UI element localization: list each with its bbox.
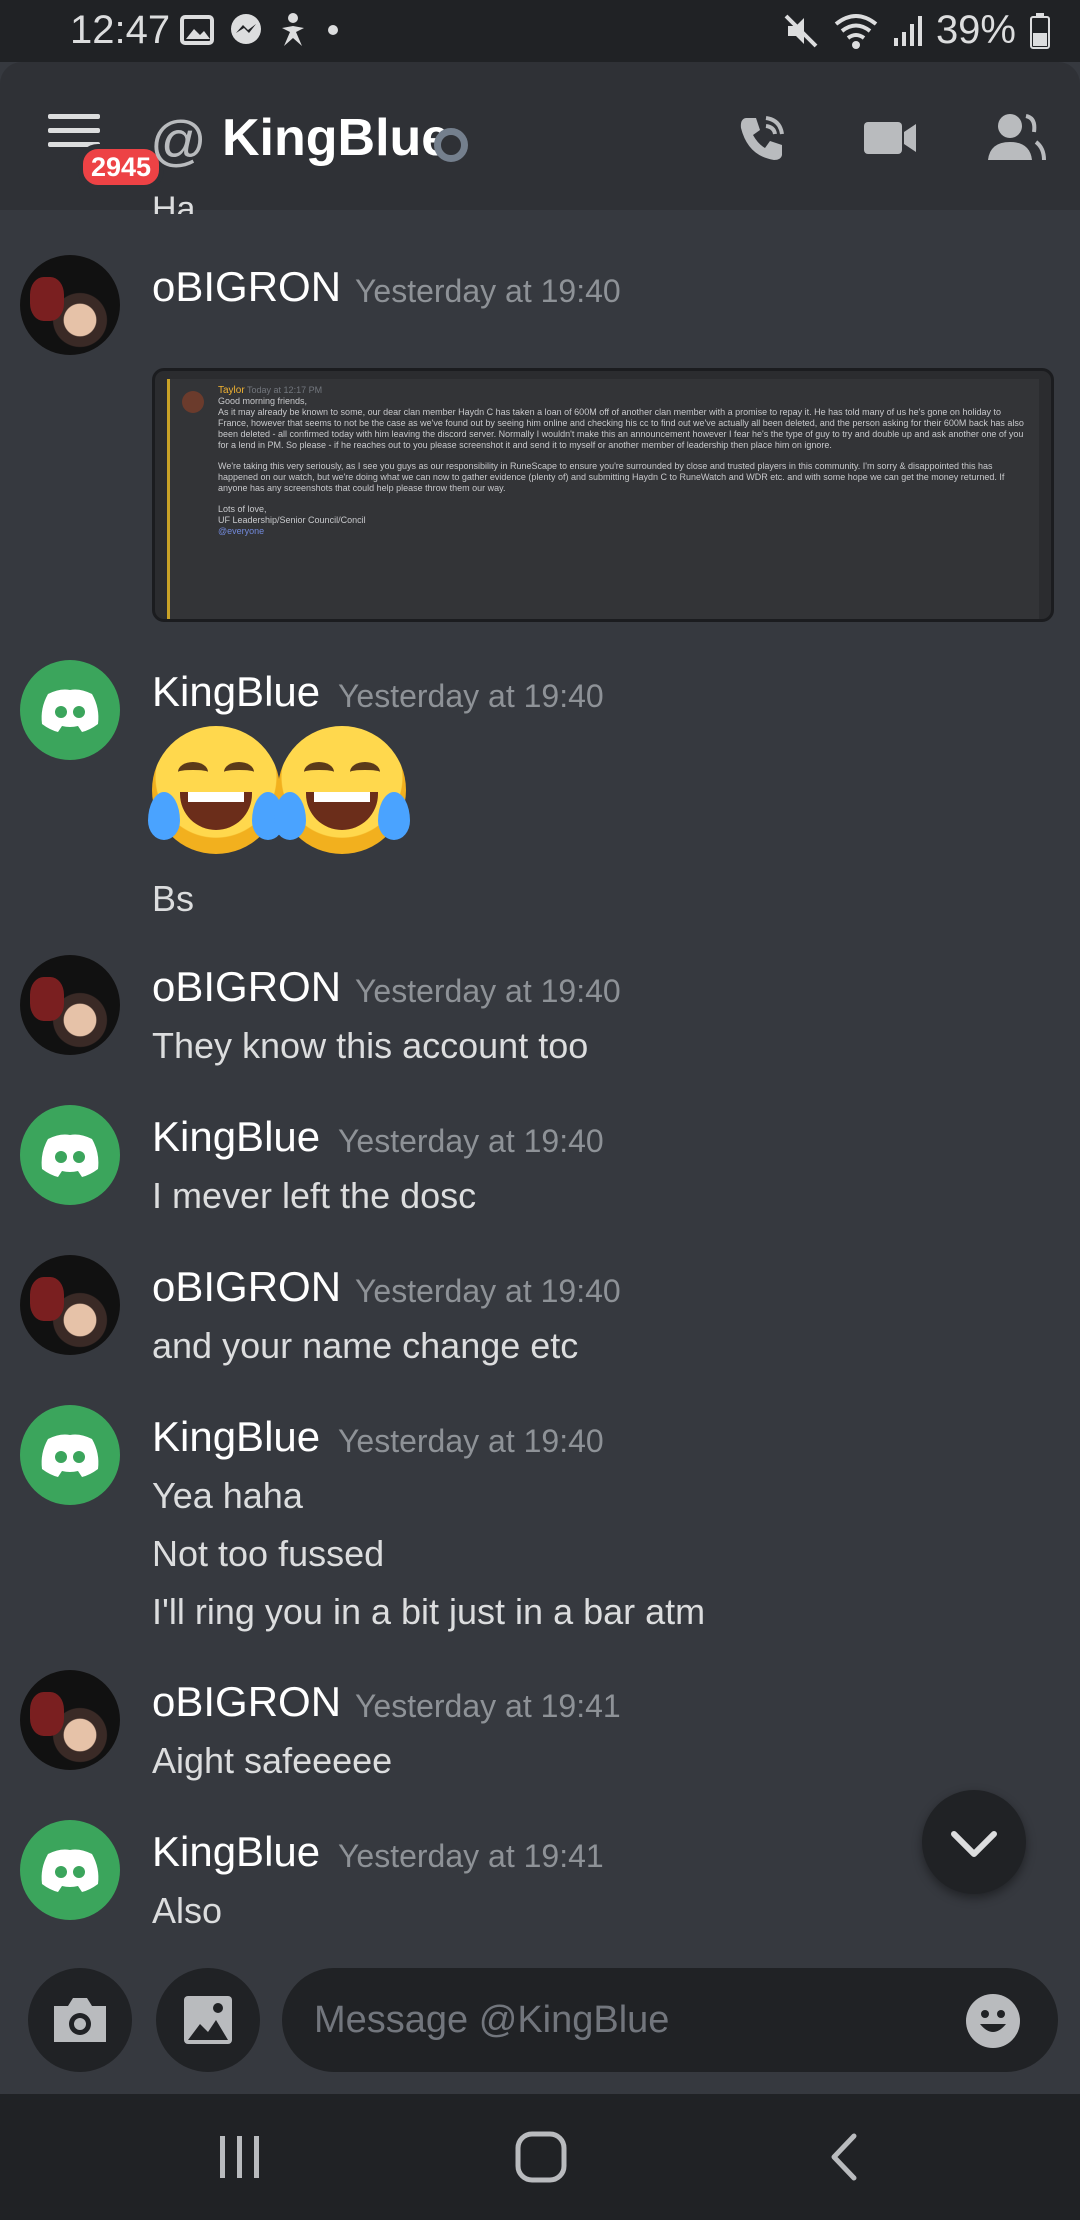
- message-timestamp: Yesterday at 19:41: [338, 1838, 604, 1874]
- gallery-button[interactable]: [156, 1968, 260, 2072]
- screenshot-content: Taylor Today at 12:17 PM Good morning fr…: [167, 379, 1039, 619]
- message-text: I'll ring you in a bit just in a bar atm: [152, 1591, 706, 1632]
- joy-emoji-icon: [148, 726, 284, 854]
- embed-signoff: UF Leadership/Senior Council/Concil: [218, 515, 366, 525]
- message-input[interactable]: [282, 1968, 1058, 2072]
- message-author[interactable]: oBIGRON: [152, 963, 341, 1011]
- message-author[interactable]: KingBlue: [152, 1113, 320, 1161]
- phone-call-icon[interactable]: [734, 110, 790, 166]
- embed-paragraph: We're taking this very seriously, as I s…: [218, 461, 1005, 493]
- avatar[interactable]: [20, 1405, 120, 1505]
- dm-at-icon: @: [150, 109, 207, 172]
- message-author[interactable]: oBIGRON: [152, 263, 341, 311]
- hamburger-icon: [48, 114, 100, 119]
- message-timestamp: Yesterday at 19:40: [338, 1123, 604, 1159]
- message-timestamp: Yesterday at 19:40: [355, 973, 621, 1009]
- mute-icon: [784, 14, 818, 47]
- embed-avatar: [182, 391, 204, 413]
- message-author[interactable]: KingBlue: [152, 1413, 320, 1461]
- embed-line: Good morning friends,: [218, 396, 308, 406]
- message-text: Aight safeeeee: [152, 1740, 393, 1781]
- message-text: and your name change etc: [152, 1325, 579, 1366]
- message-composer: [0, 1950, 1080, 2090]
- message-text: Also: [152, 1890, 223, 1931]
- avatar[interactable]: [20, 1255, 120, 1355]
- status-bar: 12:47 39%: [0, 0, 1080, 62]
- message-author[interactable]: KingBlue: [152, 668, 320, 716]
- message-text: Bs: [152, 878, 195, 919]
- battery-icon: [1030, 12, 1050, 49]
- avatar[interactable]: [20, 660, 120, 760]
- discord-logo-icon: [41, 1434, 99, 1477]
- discord-logo-icon: [41, 689, 99, 732]
- avatar[interactable]: [20, 955, 120, 1055]
- emoji-icon: [980, 2010, 1006, 2032]
- image-icon: [184, 1996, 232, 2044]
- message-text: They know this account too: [152, 1025, 589, 1066]
- discord-logo-icon: [41, 1134, 99, 1177]
- message-author[interactable]: oBIGRON: [152, 1678, 341, 1726]
- avatar[interactable]: [20, 1105, 120, 1205]
- more-notifications-dot: [328, 25, 338, 35]
- embed-mention: @everyone: [218, 526, 265, 536]
- image-attachment[interactable]: Taylor Today at 12:17 PM Good morning fr…: [152, 368, 1054, 622]
- avatar[interactable]: [20, 1670, 120, 1770]
- status-notification-icons: [180, 12, 338, 48]
- message-timestamp: Yesterday at 19:41: [355, 1688, 621, 1724]
- android-navigation-bar: [0, 2094, 1080, 2220]
- video-camera-icon[interactable]: [862, 110, 918, 166]
- channel-header: 2945 @ KingBlue: [0, 62, 1080, 210]
- avatar[interactable]: [20, 1820, 120, 1920]
- chevron-down-icon: [951, 1831, 997, 1857]
- message-timestamp: Yesterday at 19:40: [355, 273, 621, 309]
- embed-timestamp: Today at 12:17 PM: [247, 385, 323, 395]
- message-timestamp: Yesterday at 19:40: [338, 678, 604, 714]
- gallery-notification-icon: [180, 15, 214, 45]
- accessibility-notification-icon: [282, 13, 304, 46]
- message-author[interactable]: KingBlue: [152, 1828, 320, 1876]
- status-right: 39%: [782, 8, 1050, 53]
- dm-title[interactable]: KingBlue: [222, 108, 450, 168]
- camera-button[interactable]: [28, 1968, 132, 2072]
- presence-status-icon: [434, 128, 468, 162]
- message-timestamp: Yesterday at 19:40: [338, 1423, 604, 1459]
- embed-signoff: Lots of love,: [218, 504, 267, 514]
- wifi-icon: [834, 13, 878, 49]
- discord-logo-icon: [41, 1849, 99, 1892]
- member-list-icon[interactable]: [986, 110, 1046, 166]
- joy-emoji-icon: [274, 726, 410, 854]
- message-text: Not too fussed: [152, 1533, 385, 1574]
- avatar[interactable]: [20, 255, 120, 355]
- camera-icon: [54, 1998, 106, 2042]
- embed-paragraph: As it may already be known to some, our …: [218, 407, 1024, 450]
- messenger-notification-icon: [231, 14, 261, 44]
- embed-author: Taylor: [218, 385, 245, 396]
- message-text: I mever left the dosc: [152, 1175, 477, 1216]
- cutoff-message: Ha: [152, 190, 196, 214]
- battery-percent: 39%: [935, 8, 1016, 52]
- back-icon[interactable]: [824, 2130, 864, 2184]
- message-text: Yea haha: [152, 1475, 303, 1516]
- message-author[interactable]: oBIGRON: [152, 1263, 341, 1311]
- message-timestamp: Yesterday at 19:40: [355, 1273, 621, 1309]
- emoji-picker-button[interactable]: [966, 1994, 1020, 2048]
- home-icon[interactable]: [514, 2130, 568, 2184]
- status-time: 12:47: [70, 8, 171, 52]
- recent-apps-icon[interactable]: [216, 2130, 264, 2184]
- jump-to-latest-button[interactable]: [922, 1790, 1026, 1894]
- signal-icon: [893, 15, 922, 46]
